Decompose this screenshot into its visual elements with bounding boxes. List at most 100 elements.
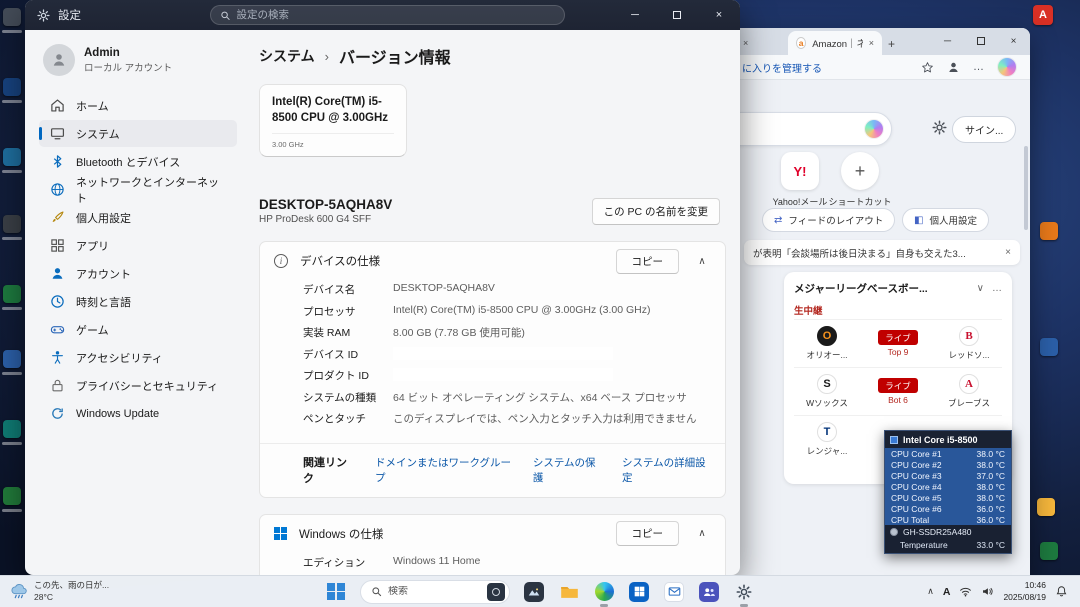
copy-button[interactable]: コピー — [616, 249, 680, 274]
signin-button[interactable]: サイン... — [952, 116, 1016, 143]
accounts-person-icon — [50, 266, 65, 281]
desktop-icon[interactable] — [1040, 222, 1058, 240]
tab-close-icon[interactable]: × — [743, 38, 748, 48]
desktop-icon[interactable] — [1040, 542, 1058, 560]
sidebar-item-network-internet[interactable]: ネットワークとインターネット — [39, 176, 237, 203]
news-close-icon[interactable]: × — [1005, 247, 1011, 258]
start-button[interactable] — [325, 581, 347, 603]
minimize-button[interactable]: ─ — [614, 0, 656, 30]
hidden-icons-chevron[interactable]: ∧ — [927, 586, 934, 597]
new-tab-button[interactable]: + — [888, 37, 895, 51]
spec-label: デバイス ID — [303, 347, 393, 362]
sidebar-item-bluetooth-devices[interactable]: Bluetooth とデバイス — [39, 148, 237, 175]
desktop-icon[interactable] — [3, 78, 21, 96]
taskbar-settings-app[interactable] — [733, 581, 755, 603]
page-settings-gear-icon[interactable] — [932, 120, 947, 135]
breadcrumb-parent[interactable]: システム — [259, 46, 315, 66]
spec-value: DESKTOP-5AQHA8V — [393, 282, 495, 294]
card-menu-icon[interactable]: … — [992, 283, 1002, 294]
live-badge: ライブ — [878, 330, 918, 345]
wifi-icon[interactable] — [959, 585, 972, 598]
tray-date: 2025/08/19 — [1003, 592, 1046, 603]
taskbar-teams-app[interactable] — [698, 581, 720, 603]
desktop-icon[interactable] — [1040, 338, 1058, 356]
settings-window-controls: ─ × — [614, 0, 740, 30]
feed-layout-button[interactable]: ⇄ フィードのレイアウト — [762, 208, 895, 232]
more-menu-icon[interactable]: … — [973, 61, 985, 73]
settings-search-box[interactable] — [210, 5, 565, 25]
news-headline[interactable]: が表明「会談場所は後日決まる」自身も交えた3... — [753, 246, 998, 260]
maximize-button[interactable] — [964, 28, 997, 54]
taskbar-search-input[interactable] — [388, 586, 466, 597]
taskbar-edge-browser[interactable] — [593, 581, 615, 603]
volume-icon[interactable] — [981, 585, 994, 598]
chevron-down-icon[interactable]: ∨ — [977, 283, 984, 294]
desktop-icon-a[interactable]: A — [1033, 5, 1053, 25]
profile-icon[interactable] — [947, 61, 960, 74]
tab-close-icon[interactable]: × — [869, 38, 874, 48]
sidebar-item-privacy-security[interactable]: プライバシーとセキュリティ — [39, 372, 237, 399]
desktop-icon[interactable] — [3, 487, 21, 505]
sidebar-item-personalization[interactable]: 個人用設定 — [39, 204, 237, 231]
notification-bell-icon[interactable] — [1055, 585, 1068, 598]
desktop-icon[interactable] — [3, 215, 21, 233]
copilot-icon[interactable] — [998, 58, 1016, 76]
taskbar-photos-app[interactable] — [523, 581, 545, 603]
taskbar-clock[interactable]: 10:46 2025/08/19 — [1003, 580, 1046, 603]
sidebar-item-apps[interactable]: アプリ — [39, 232, 237, 259]
close-button[interactable]: × — [698, 0, 740, 30]
sidebar-item-gaming[interactable]: ゲーム — [39, 316, 237, 343]
shortcut-add[interactable]: + ショートカット — [828, 152, 892, 208]
sidebar-item-accessibility[interactable]: アクセシビリティ — [39, 344, 237, 371]
shortcut-yahoo-mail[interactable]: Y! Yahoo!メール — [768, 152, 832, 208]
device-spec-header[interactable]: i デバイスの仕様 コピー ∧ — [260, 242, 725, 280]
spec-value: 64 ビット オペレーティング システム、x64 ベース プロセッサ — [393, 390, 687, 405]
weather-widget[interactable]: この先、雨の日が... 28°C — [0, 576, 119, 607]
yahoo-mail-icon[interactable]: Y! — [781, 152, 819, 190]
ime-mode-indicator[interactable]: A — [943, 586, 951, 598]
desktop-icon[interactable] — [3, 420, 21, 438]
close-button[interactable]: × — [997, 28, 1030, 54]
minimize-button[interactable]: ─ — [931, 28, 964, 54]
settings-content: システム › バージョン情報 Intel(R) Core(TM) i5-8500… — [247, 30, 740, 575]
sidebar-item-time-language[interactable]: 時刻と言語 — [39, 288, 237, 315]
maximize-button[interactable] — [656, 0, 698, 30]
collapse-chevron-icon[interactable]: ∧ — [691, 256, 713, 267]
visual-search-camera-icon[interactable] — [487, 583, 505, 601]
collapse-chevron-icon[interactable]: ∧ — [691, 528, 713, 539]
taskbar-center — [325, 576, 755, 607]
sidebar-item-system[interactable]: システム — [39, 120, 237, 147]
user-profile[interactable]: Admin ローカル アカウント — [43, 44, 237, 76]
taskbar-mail-app[interactable] — [663, 581, 685, 603]
copy-button[interactable]: コピー — [616, 521, 680, 546]
device-spec-title: デバイスの仕様 — [300, 253, 380, 269]
desktop-icon[interactable] — [3, 285, 21, 303]
link-domain-workgroup[interactable]: ドメインまたはワークグループ — [375, 455, 513, 485]
desktop-icon[interactable] — [3, 148, 21, 166]
game-row[interactable]: O オリオー... ライブ Top 9 B レッドソ... — [794, 319, 1002, 367]
manage-favorites-link[interactable]: に入りを管理する — [742, 60, 822, 75]
sidebar-item-home[interactable]: ホーム — [39, 92, 237, 119]
link-system-protection[interactable]: システムの保護 — [533, 455, 602, 485]
browser-tab-active[interactable]: a Amazon｜ネ... × — [788, 31, 882, 55]
sidebar-item-windows-update[interactable]: Windows Update — [39, 400, 237, 427]
rename-pc-button[interactable]: この PC の名前を変更 — [592, 198, 720, 225]
sidebar-item-accounts[interactable]: アカウント — [39, 260, 237, 287]
desktop-icon[interactable] — [3, 8, 21, 26]
desktop-icon-folder[interactable] — [1037, 498, 1055, 516]
personalize-button[interactable]: ◧ 個人用設定 — [902, 208, 989, 232]
add-shortcut-icon[interactable]: + — [841, 152, 879, 190]
settings-search-input[interactable] — [236, 9, 555, 21]
processor-name: Intel(R) Core(TM) i5-8500 CPU @ 3.00GHz — [272, 95, 394, 126]
news-ticker[interactable]: が表明「会談場所は後日決まる」自身も交えた3... × — [744, 240, 1020, 265]
link-advanced-system-settings[interactable]: システムの詳細設定 — [622, 455, 711, 485]
scrollbar-thumb[interactable] — [1024, 146, 1028, 230]
copilot-search-icon[interactable] — [865, 120, 883, 138]
taskbar-microsoft-store[interactable] — [628, 581, 650, 603]
game-row[interactable]: S Wソックス ライブ Bot 6 A ブレーブス — [794, 367, 1002, 415]
taskbar-file-explorer[interactable] — [558, 581, 580, 603]
desktop-icon[interactable] — [3, 350, 21, 368]
favorites-star-icon[interactable] — [921, 61, 934, 74]
windows-spec-header[interactable]: Windows の仕様 コピー ∧ — [260, 515, 725, 553]
taskbar-search-box[interactable] — [360, 580, 510, 604]
